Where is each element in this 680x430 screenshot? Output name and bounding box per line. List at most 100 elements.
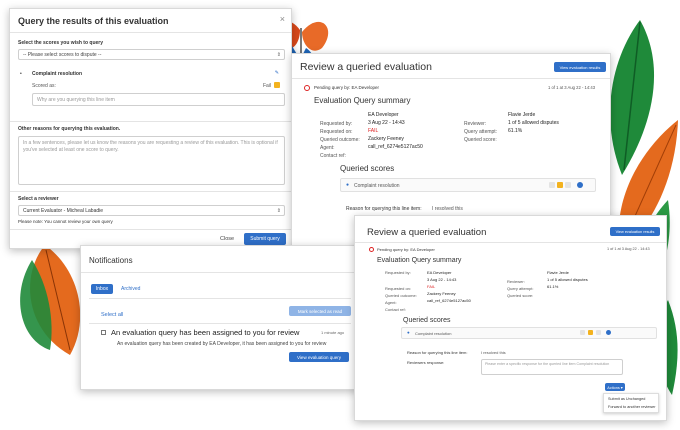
view-query-button[interactable]: View evaluation query [289,352,349,362]
value: EA Developer [427,270,452,275]
value: 1 of 5 allowed disputes [508,120,559,126]
chevron-down-icon: ⇕ [276,208,281,214]
divider [10,191,291,192]
score-chip-selected [557,182,563,188]
value: 1 of 5 allowed disputes [547,277,588,282]
reviewer-select-value: Current Evaluator - Micheal Labadie [23,208,104,214]
bullet: • [20,71,22,77]
response-label: Reviewers response: [407,360,445,365]
page-title: Review a queried evaluation [367,227,487,238]
label: Contact ref: [385,307,406,312]
divider [81,272,359,273]
value: 3 Aug 22 - 14:43 [427,277,457,282]
notification-title[interactable]: An evaluation query has been assigned to… [111,328,299,337]
modal-title: Query the results of this evaluation [18,16,169,26]
divider [355,242,666,243]
value: Zackery Feeney [427,291,456,296]
label: Queried score: [507,293,534,298]
value: Flavie Jerde [508,112,536,118]
menu-item-forward[interactable]: Forward to another reviewer [608,405,655,409]
queried-scores-title: Queried scores [340,164,395,173]
notifications-title: Notifications [89,256,133,265]
label: Requested by: [385,270,411,275]
value: Flavie Jerde [547,270,569,275]
menu-item-submit-unchanged[interactable]: Submit as Unchanged [608,397,645,401]
value: call_ref_6274e5127ac50 [427,298,471,303]
summary-left: Requested by: EA Developer Requested on: 3… [385,270,525,312]
query-modal: Query the results of this evaluation × S… [9,8,292,249]
mark-read-button[interactable]: Mark selected as read [289,306,351,316]
pager-text: 1 of 1 at 3 Aug 22 - 14:43 [607,247,650,251]
summary-title: Evaluation Query summary [314,96,411,105]
value: 61.1% [547,284,559,289]
summary-right: Reviewer: Flavie Jerde Query attempt: 1 of… [464,112,604,143]
score-chip [580,330,585,335]
submit-query-button[interactable]: Submit query [244,233,286,245]
score-item-label: Complaint resolution [354,183,400,189]
fail-chip-icon [274,82,280,88]
scored-as-label: Scored as: [32,83,56,89]
value: call_ref_6274e5127ac50 [368,144,423,150]
info-icon[interactable] [606,330,611,335]
note-text: Please note: You cannot review your own … [18,219,113,224]
queried-scores-title: Queried scores [403,317,451,324]
value: 3 Aug 22 - 14:43 [368,120,405,126]
divider [89,323,351,324]
edit-icon[interactable]: ✎ [275,70,279,76]
divider [10,32,291,33]
pending-text: Pending query by: EA Developer [377,247,435,252]
item-reason-input[interactable]: Why are you querying this line item [32,93,285,106]
reason-value: I resolved this [432,206,463,212]
outcome-value: FAIL [427,284,436,289]
notifications-panel: Notifications Inbox Archived Mark select… [80,245,360,390]
score-chip [549,182,555,188]
pager-text: 1 of 1 at 3 Aug 22 - 14:43 [548,85,596,90]
scores-select[interactable]: -- Please select scores to dispute -- ⇕ [18,49,285,60]
other-reasons-label: Other reasons for querying this evaluati… [18,126,121,132]
review-panel-2: Review a queried evaluation View evaluat… [354,215,667,421]
view-results-button[interactable]: View evaluation results [554,62,606,72]
close-button[interactable]: Close [220,236,234,242]
actions-menu: Submit as Unchanged Forward to another r… [603,393,659,413]
reason-value: I resolved this [481,350,506,355]
label: Queried score: [464,137,497,143]
score-row[interactable]: ● Complaint resolution [340,178,596,192]
pending-text: Pending query by: EA Developer [314,85,380,90]
notification-checkbox[interactable] [101,330,106,335]
select-all-link[interactable]: Select all [101,312,123,318]
summary-title: Evaluation Query summary [377,257,462,264]
actions-button[interactable]: Actions ▾ [605,383,625,391]
value: 61.1% [508,128,523,134]
reviewer-select[interactable]: Current Evaluator - Micheal Labadie ⇕ [18,205,285,216]
divider [10,229,291,230]
response-textarea[interactable]: Please enter a specific response for the… [481,359,623,375]
pending-icon [304,85,310,91]
view-results-button[interactable]: View evaluation results [610,227,660,236]
pending-icon [369,247,374,252]
reviewer-label: Select a reviewer [18,196,59,202]
value: EA Developer [368,112,399,118]
user-icon: ● [407,330,410,335]
close-icon[interactable]: × [280,14,285,24]
select-scores-label: Select the scores you wish to query [18,40,104,46]
notification-body: An evaluation query has been created by … [117,341,327,347]
score-chip [596,330,601,335]
summary-right: Reviewer: Flavie Jerde Query attempt: 1 of… [507,270,647,298]
divider [10,121,291,122]
scored-value: Fail [262,83,271,89]
notification-time: 1 minute ago [321,330,345,335]
score-row[interactable]: ● Complaint resolution [401,327,657,339]
divider [292,78,610,79]
info-icon[interactable] [577,182,583,188]
score-item-label: Complaint resolution [415,331,452,336]
divider [89,298,351,299]
reason-label: Reason for querying this line item: [346,206,422,212]
label: Contact ref: [320,153,346,159]
other-reasons-textarea[interactable]: In a few sentences, please let us know t… [18,136,285,185]
user-icon: ● [346,182,350,188]
outcome-value: FAIL [368,128,379,134]
tab-inbox[interactable]: Inbox [91,284,113,294]
scores-select-value: -- Please select scores to dispute -- [23,52,102,58]
tab-archived[interactable]: Archived [121,286,140,292]
reason-label: Reason for querying this line item: [407,350,468,355]
